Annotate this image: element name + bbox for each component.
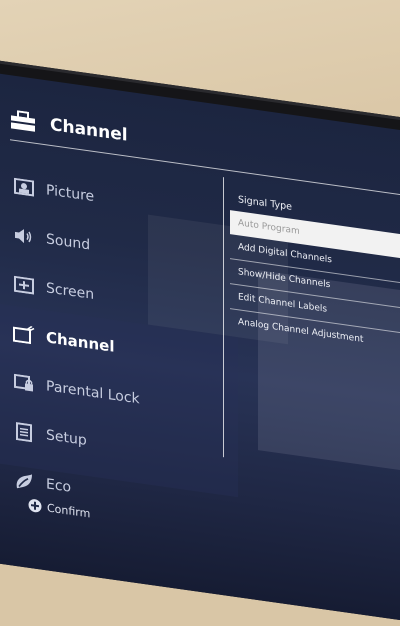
menu-item-label: Sound [46, 230, 91, 253]
screen-icon [12, 273, 36, 296]
channel-icon [12, 322, 36, 345]
setup-icon [12, 420, 36, 443]
menu-item-label: Eco [46, 475, 72, 496]
menu-item-label: Parental Lock [46, 377, 140, 407]
tv-bezel: Channel Picture Sound Screen Channel Par… [0, 58, 400, 626]
speaker-icon [12, 224, 36, 247]
column-divider [223, 177, 224, 458]
tv-screen: Channel Picture Sound Screen Channel Par… [0, 73, 400, 626]
toolbox-icon [11, 110, 35, 132]
menu-item-label: Picture [46, 181, 95, 205]
menu-item-label: Screen [46, 279, 95, 303]
eco-icon [12, 469, 36, 492]
menu-item-label: Setup [46, 426, 87, 449]
menu-item-label: Channel [46, 327, 115, 356]
confirm-button-icon [28, 499, 42, 513]
channel-submenu: Signal Type Auto Program Add Digital Cha… [230, 186, 400, 361]
settings-menu: Picture Sound Screen Channel Parental Lo… [12, 160, 222, 533]
picture-icon [12, 175, 36, 198]
parental-lock-icon [12, 371, 36, 394]
page-title: Channel [50, 114, 128, 146]
